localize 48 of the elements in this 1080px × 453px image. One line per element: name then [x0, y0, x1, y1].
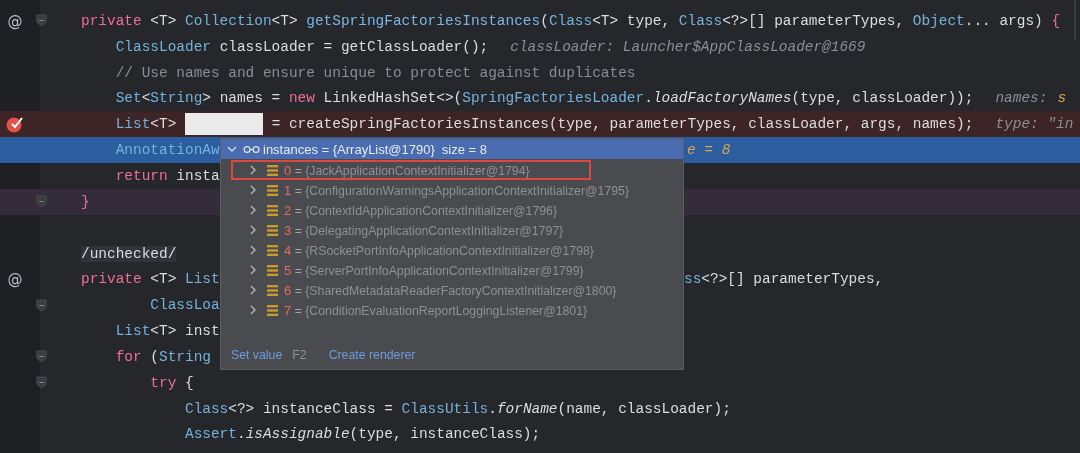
code-line: List<T> = createSpringFactoriesInstances(type, parameterTypes, classLoader, args, names); type: "in	[115, 113, 1074, 136]
tree-item-label[interactable]: 0 = {JackApplicationContextInitializer@1794}	[284, 162, 530, 178]
code-line: // Use names and ensure unique to protect against duplicates	[115, 64, 636, 81]
list-icon	[267, 224, 278, 236]
code-line: private <T> List	[81, 271, 220, 288]
code-line: for (String	[115, 348, 211, 365]
fold-icon[interactable]	[36, 376, 47, 390]
code-line: try {	[150, 374, 194, 391]
code-line: AnnotationAw	[115, 142, 220, 159]
code-line: List<T> inst	[115, 323, 220, 340]
list-icon	[267, 164, 278, 176]
tree-item-label[interactable]: 6 = {SharedMetadataReaderFactoryContextInitializer@1800}	[284, 282, 617, 298]
popup-link[interactable]: Create renderer	[328, 348, 416, 362]
list-icon	[267, 304, 278, 316]
chevron-icon[interactable]	[227, 144, 237, 154]
code-line: private <T> Collection<T> getSpringFactoriesInstances(Class<T> type, Class<?>[] parameterTypes, Object... args) {	[81, 12, 1061, 29]
tree-item-label[interactable]: 1 = {ConfigurationWarningsApplicationContextInitializer@1795}	[284, 182, 629, 198]
list-icon	[267, 204, 278, 216]
code-line: ClassLoader classLoader = getClassLoader(); classLoader: Launcher$AppClassLoader@1669	[115, 38, 866, 55]
code-line: ss<?>[] parameterTypes,	[684, 271, 884, 288]
tree-item-label[interactable]: 2 = {ContextIdApplicationContextInitializer@1796}	[284, 202, 557, 218]
fold-icon[interactable]	[36, 298, 47, 312]
fold-icon[interactable]	[36, 350, 47, 364]
fold-icon[interactable]	[36, 14, 47, 28]
tree-item-label[interactable]: 3 = {DelegatingApplicationContextInitializer@1797}	[284, 222, 564, 238]
list-icon	[267, 244, 278, 256]
code-line: e = 8	[687, 142, 731, 159]
shortcut-label: F2	[292, 348, 307, 362]
list-icon	[267, 284, 278, 296]
override-icon[interactable]: @	[7, 11, 23, 30]
size-label: size = 8	[441, 141, 487, 157]
code-line: Set<String> names = new LinkedHashSet<>(SpringFactoriesLoader.loadFactoryNames(type, classLoader)); names: s	[115, 90, 1067, 107]
tree-item-label[interactable]: 4 = {RSocketPortInfoApplicationContextInitializer@1798}	[284, 242, 594, 258]
tree-item-label[interactable]: 7 = {ConditionEvaluationReportLoggingListener@1801}	[284, 302, 588, 318]
code-line: }	[81, 193, 90, 210]
code-line: Class<?> instanceClass = ClassUtils.forName(name, classLoader);	[184, 400, 731, 417]
glasses-icon	[243, 144, 261, 154]
code-line: return insta	[115, 168, 220, 184]
popup-header[interactable]: instances = {ArrayList@1790} size = 8	[221, 139, 683, 159]
popup-link[interactable]: Set value	[231, 348, 283, 362]
tree-item-label[interactable]: 5 = {ServerPortInfoApplicationContextInitializer@1799}	[284, 262, 584, 278]
variable-label: instances = {ArrayList@1790}	[263, 141, 435, 157]
fold-icon[interactable]	[36, 195, 47, 209]
list-icon	[267, 264, 278, 276]
code-line: Assert.isAssignable(type, instanceClass);	[184, 426, 541, 443]
list-icon	[267, 184, 278, 196]
override-icon[interactable]: @	[7, 270, 23, 289]
code-line: ClassLoa	[150, 297, 220, 314]
